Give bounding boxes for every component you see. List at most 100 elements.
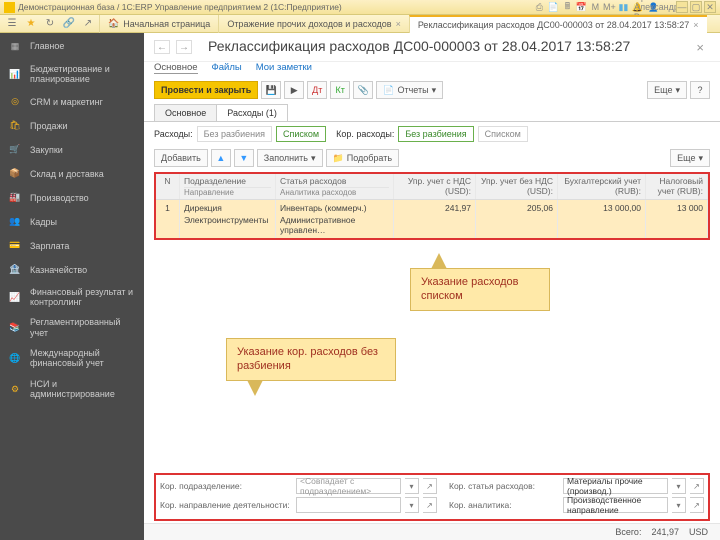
- tab-home[interactable]: 🏠Начальная страница: [99, 15, 218, 33]
- sidebar-item-purch[interactable]: 🛒Закупки: [0, 138, 144, 162]
- ext-icon[interactable]: ↗: [80, 17, 96, 31]
- sidebar-label: Закупки: [30, 145, 136, 155]
- more-button[interactable]: Еще ▾: [647, 81, 687, 99]
- close-icon[interactable]: ×: [693, 20, 698, 30]
- sidebar-label: Международный финансовый учет: [30, 348, 136, 369]
- favorite-icon[interactable]: ★: [23, 17, 39, 31]
- back-button[interactable]: ←: [154, 40, 170, 54]
- forward-button[interactable]: →: [176, 40, 192, 54]
- user-label[interactable]: 👤 Орлов Александр Владимирович: [645, 1, 674, 13]
- kor-dir-input[interactable]: [296, 497, 401, 513]
- post-button[interactable]: ▶: [284, 81, 304, 99]
- chip-list[interactable]: Списком: [276, 126, 326, 142]
- save-button[interactable]: 💾: [261, 81, 281, 99]
- doc-nav: ← → Реклассификация расходов ДС00-000003…: [144, 33, 720, 62]
- table-row[interactable]: 1 ДирекцияЭлектроинструменты Инвентарь (…: [156, 200, 708, 238]
- sidebar-item-nsi[interactable]: ⚙НСИ и администрирование: [0, 374, 144, 405]
- post-close-button[interactable]: Провести и закрыть: [154, 81, 258, 99]
- reg-button[interactable]: Кт: [330, 81, 350, 99]
- total-bar: Всего: 241,97 USD: [144, 523, 720, 540]
- sidebar-label: Кадры: [30, 217, 136, 227]
- cell-dept-1: Дирекция: [184, 203, 271, 213]
- sidebar-item-crm[interactable]: ◎CRM и маркетинг: [0, 90, 144, 114]
- menu-icon[interactable]: ☰: [4, 17, 20, 31]
- target-icon: ◎: [8, 95, 22, 109]
- dropdown-icon[interactable]: ▾: [672, 497, 686, 513]
- kor-article-input[interactable]: Материалы прочие (производ.): [563, 478, 668, 494]
- history-icon[interactable]: ↻: [42, 17, 58, 31]
- pause-icon[interactable]: ▮▮: [617, 1, 629, 13]
- subtab-files[interactable]: Файлы: [212, 62, 242, 74]
- sidebar-item-salary[interactable]: 💳Зарплата: [0, 234, 144, 258]
- down-button[interactable]: ▼: [234, 149, 254, 167]
- up-button[interactable]: ▲: [211, 149, 231, 167]
- open-icon[interactable]: ↗: [423, 478, 437, 494]
- sidebar-item-prod[interactable]: 🏭Производство: [0, 186, 144, 210]
- chip-kor-nobreak[interactable]: Без разбиения: [398, 126, 473, 142]
- sidebar-item-ifrs[interactable]: 🌐 Международный финансовый учет: [0, 343, 144, 374]
- help-button[interactable]: ?: [690, 81, 710, 99]
- cell-art-2: Административное управлен…: [280, 215, 389, 235]
- tab-doc2[interactable]: Реклассификация расходов ДС00-000003 от …: [409, 15, 707, 33]
- pick-button[interactable]: 📁 Подобрать: [326, 149, 400, 167]
- col-article: Статья расходовАналитика расходов: [276, 174, 394, 199]
- sidebar-item-budget[interactable]: 📊Бюджетирование и планирование: [0, 59, 144, 90]
- sidebar-item-hr[interactable]: 👥Кадры: [0, 210, 144, 234]
- sidebar-item-sales[interactable]: 🛍Продажи: [0, 114, 144, 138]
- window-title: Демонстрационная база / 1С:ERP Управлени…: [18, 2, 533, 12]
- subtab-main[interactable]: Основное: [154, 62, 198, 74]
- tab-doc1[interactable]: Отражение прочих доходов и расходов×: [218, 15, 409, 33]
- tab-expenses[interactable]: Расходы (1): [216, 104, 288, 121]
- sidebar-item-wh[interactable]: 📦Склад и доставка: [0, 162, 144, 186]
- open-icon[interactable]: ↗: [690, 478, 704, 494]
- chart-icon: 📊: [8, 67, 22, 81]
- tblmore-label: Еще: [677, 153, 695, 163]
- col-dept: ПодразделениеНаправление: [180, 174, 276, 199]
- subtab-notes[interactable]: Мои заметки: [256, 62, 312, 74]
- attach-button[interactable]: 📎: [353, 81, 373, 99]
- doc-icon[interactable]: 📄: [547, 1, 559, 13]
- dtkt-button[interactable]: Дт: [307, 81, 327, 99]
- open-icon[interactable]: ↗: [690, 497, 704, 513]
- total-currency: USD: [689, 527, 708, 537]
- table-commands: Добавить ▲ ▼ Заполнить ▾ 📁 Подобрать Еще…: [144, 146, 720, 170]
- print-icon[interactable]: ⎙: [533, 1, 545, 13]
- calendar-icon[interactable]: 📅: [575, 1, 587, 13]
- page-title: Реклассификация расходов ДС00-000003 от …: [198, 36, 684, 58]
- cell-n: 1: [156, 200, 180, 238]
- doc-subtabs: Основное Файлы Мои заметки: [144, 62, 720, 78]
- m2-icon[interactable]: M+: [603, 1, 615, 13]
- sidebar-item-fin[interactable]: 📈Финансовый результат и контроллинг: [0, 282, 144, 313]
- tab-main[interactable]: Основное: [154, 104, 217, 121]
- chip-kor-list[interactable]: Списком: [478, 126, 528, 142]
- globe-icon: 🌐: [8, 351, 22, 365]
- close-button[interactable]: ✕: [704, 1, 716, 13]
- tbl-more-button[interactable]: Еще ▾: [670, 149, 710, 167]
- filter-label2: Кор. расходы:: [336, 129, 394, 139]
- doc-close-button[interactable]: ×: [690, 40, 710, 55]
- open-icon[interactable]: ↗: [423, 497, 437, 513]
- sidebar-item-reg[interactable]: 📚Регламентированный учет: [0, 312, 144, 343]
- dropdown-icon[interactable]: ▾: [405, 478, 419, 494]
- filter-bar: Расходы: Без разбиения Списком Кор. расх…: [144, 122, 720, 146]
- dropdown-icon[interactable]: ▾: [405, 497, 419, 513]
- kor-article-label: Кор. статья расходов:: [449, 481, 559, 491]
- minimize-button[interactable]: —: [676, 1, 688, 13]
- m-icon[interactable]: M: [589, 1, 601, 13]
- sidebar-label: Производство: [30, 193, 136, 203]
- kor-dir-label: Кор. направление деятельности:: [160, 500, 292, 510]
- maximize-button[interactable]: ▢: [690, 1, 702, 13]
- dropdown-icon[interactable]: ▾: [672, 478, 686, 494]
- sidebar-label: Продажи: [30, 121, 136, 131]
- kor-analytics-input[interactable]: Производственное направление: [563, 497, 668, 513]
- sidebar-item-treasury[interactable]: 🏦Казначейство: [0, 258, 144, 282]
- calc-icon[interactable]: 🖩: [561, 1, 573, 13]
- chip-nobreak[interactable]: Без разбиения: [197, 126, 272, 142]
- fill-button[interactable]: Заполнить ▾: [257, 149, 323, 167]
- link-icon[interactable]: 🔗: [61, 17, 77, 31]
- reports-button[interactable]: 📄 Отчеты ▾: [376, 81, 443, 99]
- close-icon[interactable]: ×: [396, 19, 401, 29]
- add-button[interactable]: Добавить: [154, 149, 208, 167]
- kor-dept-input[interactable]: <Совпадает с подразделением>: [296, 478, 401, 494]
- sidebar-item-main[interactable]: ▦Главное: [0, 33, 144, 59]
